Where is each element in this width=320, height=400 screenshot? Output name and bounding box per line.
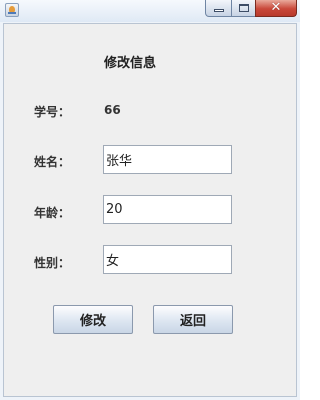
app-window: ✕ 修改信息 学号： 66 姓名： 年龄： 性别： 修改 返回 (0, 0, 300, 400)
age-label: 年龄： (34, 206, 71, 220)
gender-field[interactable] (103, 245, 232, 274)
maximize-icon (239, 4, 249, 12)
form-panel: 修改信息 学号： 66 姓名： 年龄： 性别： 修改 返回 (3, 23, 297, 397)
form-title: 修改信息 (104, 56, 157, 71)
minimize-button[interactable] (205, 0, 232, 17)
modify-button[interactable]: 修改 (53, 305, 133, 334)
maximize-button[interactable] (231, 0, 256, 17)
student-id-label: 学号： (34, 105, 71, 119)
age-field[interactable] (103, 195, 232, 224)
name-field[interactable] (103, 145, 232, 174)
title-bar[interactable]: ✕ (0, 0, 300, 22)
java-cup-icon[interactable] (5, 3, 19, 17)
close-button[interactable]: ✕ (255, 0, 297, 17)
name-label: 姓名： (34, 155, 71, 169)
window-controls: ✕ (205, 0, 297, 18)
minimize-icon (214, 9, 224, 12)
close-icon: ✕ (270, 0, 282, 15)
back-button[interactable]: 返回 (153, 305, 233, 334)
student-id-value: 66 (104, 103, 121, 117)
gender-label: 性别： (34, 256, 71, 270)
